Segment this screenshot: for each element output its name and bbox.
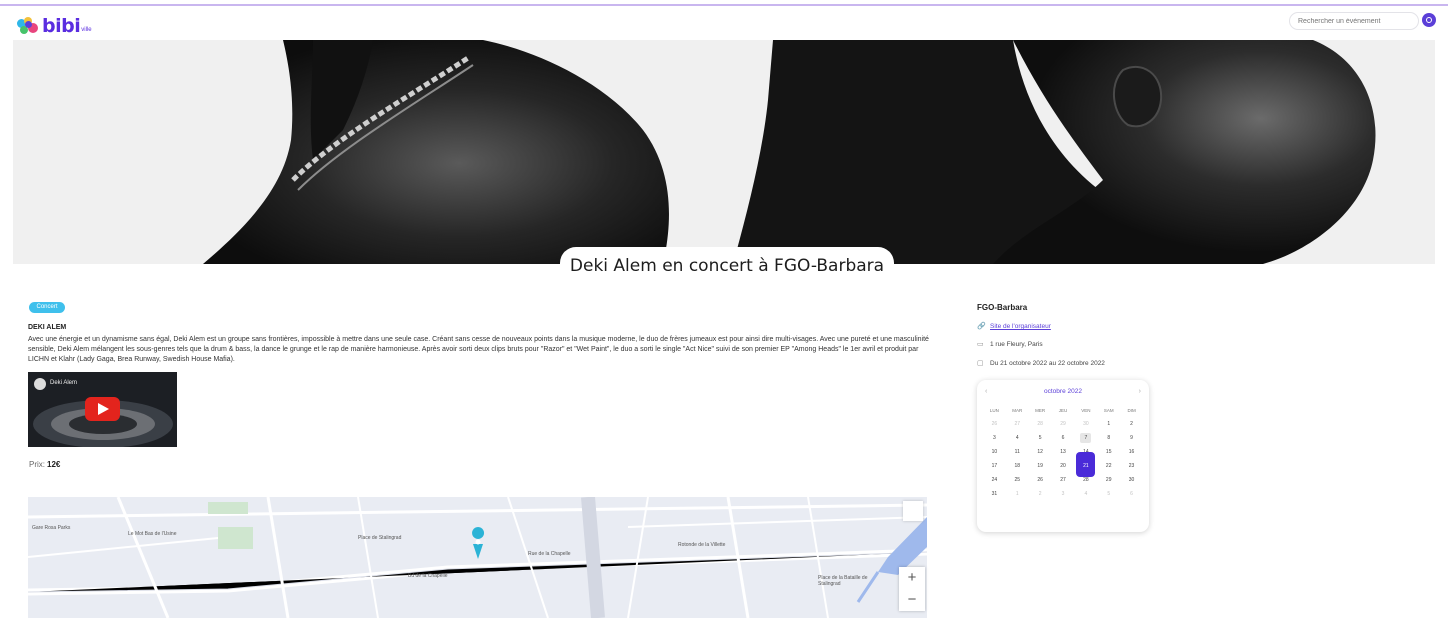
calendar-day[interactable]: 27 [1052, 473, 1075, 487]
search-input[interactable] [1289, 12, 1419, 30]
price-label: Prix: [29, 460, 45, 469]
calendar-day[interactable]: 26 [983, 417, 1006, 431]
calendar-day[interactable]: 6 [1052, 431, 1075, 445]
calendar-day[interactable]: 5 [1097, 487, 1120, 501]
calendar-day[interactable]: 18 [1006, 459, 1029, 473]
video-title: Deki Alem [50, 380, 78, 386]
event-title: Deki Alem en concert à FGO-Barbara [560, 247, 894, 281]
search-icon[interactable] [1422, 13, 1436, 27]
day-name: MAR [1012, 408, 1023, 413]
logo[interactable]: bibi ville [17, 15, 92, 37]
logo-text: bibi [42, 15, 81, 37]
zoom-in-button[interactable]: + [899, 567, 925, 589]
calendar-day[interactable]: 17 [983, 459, 1006, 473]
calendar-day[interactable]: 30 [1120, 473, 1143, 487]
calendar-day[interactable]: 29 [1052, 417, 1075, 431]
calendar-day[interactable]: 16 [1120, 445, 1143, 459]
address-text: 1 rue Fleury, Paris [990, 341, 1043, 348]
calendar-day[interactable]: 10 [983, 445, 1006, 459]
calendar-day[interactable]: 28 [1029, 417, 1052, 431]
calendar-day[interactable]: 4 [1074, 487, 1097, 501]
calendar-day[interactable]: 7 [1074, 431, 1097, 445]
map-label-0: Gare Rosa Parks [32, 525, 71, 531]
calendar-icon: ▢ [977, 360, 984, 367]
map-label-5: Bd de la Chapelle [408, 573, 448, 579]
calendar-day[interactable]: 3 [983, 431, 1006, 445]
calendar-day[interactable]: 24 [983, 473, 1006, 487]
calendar-day[interactable]: 21 [1074, 452, 1097, 477]
price-value: 12€ [47, 460, 61, 469]
calendar-day[interactable]: 19 [1029, 459, 1052, 473]
day-name: VEN [1081, 408, 1091, 413]
calendar-day[interactable]: 9 [1120, 431, 1143, 445]
dates-row: ▢ Du 21 octobre 2022 au 22 octobre 2022 [977, 360, 1105, 367]
calendar-day[interactable]: 12 [1029, 445, 1052, 459]
calendar-day[interactable]: 30 [1074, 417, 1097, 431]
header: bibi ville [0, 6, 1448, 40]
calendar-day[interactable]: 29 [1097, 473, 1120, 487]
price: Prix: 12€ [29, 460, 60, 469]
map-label-3: Rotonde de la Villette [678, 542, 726, 548]
map[interactable]: Gare Rosa Parks Le Mot Bas de l'Usine Pl… [28, 497, 927, 618]
day-name: JEU [1058, 408, 1068, 413]
website-link[interactable]: Site de l'organisateur [990, 323, 1051, 330]
calendar-day[interactable]: 13 [1052, 445, 1075, 459]
calendar-day[interactable]: 3 [1052, 487, 1075, 501]
calendar-day[interactable]: 1 [1006, 487, 1029, 501]
day-name: SAM [1103, 408, 1114, 413]
website-row: 🔗 Site de l'organisateur [977, 323, 1051, 330]
map-icon: ▭ [977, 341, 984, 348]
calendar-day[interactable]: 1 [1097, 417, 1120, 431]
artist-name: DEKI ALEM [28, 324, 67, 331]
zoom-out-button[interactable]: − [899, 589, 925, 611]
calendar-day[interactable]: 2 [1120, 417, 1143, 431]
calendar-day[interactable]: 22 [1097, 459, 1120, 473]
link-icon: 🔗 [977, 323, 986, 330]
calendar-grid: LUN MAR MER JEU VEN SAM DIM 26 27 28 29 30 1 2 3 4 5 6 7 8 9… [983, 405, 1143, 501]
calendar-month: octobre 2022 [1044, 388, 1082, 395]
map-canvas [28, 497, 927, 618]
calendar-day[interactable]: 5 [1029, 431, 1052, 445]
venue-name: FGO-Barbara [977, 303, 1028, 312]
fullscreen-icon[interactable] [903, 501, 923, 521]
zoom-control: + − [899, 567, 925, 611]
calendar-day[interactable]: 15 [1097, 445, 1120, 459]
day-name: DIM [1127, 408, 1136, 413]
calendar-day[interactable]: 6 [1120, 487, 1143, 501]
map-label-2: Place de Stalingrad [358, 535, 402, 541]
calendar: ‹ octobre 2022 › LUN MAR MER JEU VEN SAM DIM 26… [977, 380, 1149, 532]
day-name: LUN [989, 408, 999, 413]
hero-image [13, 40, 1435, 264]
calendar-day[interactable]: 25 [1006, 473, 1029, 487]
calendar-day[interactable]: 28 [1074, 473, 1097, 487]
calendar-day[interactable]: 11 [1006, 445, 1029, 459]
next-month-icon[interactable]: › [1139, 388, 1141, 395]
calendar-day[interactable]: 2 [1029, 487, 1052, 501]
hero-photo-illustration [13, 40, 1435, 264]
calendar-day[interactable]: 26 [1029, 473, 1052, 487]
calendar-day[interactable]: 4 [1006, 431, 1029, 445]
play-icon[interactable] [85, 397, 120, 421]
category-tag[interactable]: Concert [29, 302, 65, 313]
map-label-1: Le Mot Bas de l'Usine [128, 531, 177, 537]
dates-text: Du 21 octobre 2022 au 22 octobre 2022 [990, 360, 1105, 367]
event-description: Avec une énergie et un dynamisme sans ég… [28, 336, 929, 363]
address-row: ▭ 1 rue Fleury, Paris [977, 341, 1043, 348]
calendar-day[interactable]: 27 [1006, 417, 1029, 431]
map-label-4: Rue de la Chapelle [528, 551, 571, 557]
video-embed[interactable]: Deki Alem [28, 372, 177, 447]
logo-subtext: ville [81, 27, 92, 33]
logo-mark-icon [17, 17, 39, 35]
calendar-day[interactable]: 31 [983, 487, 1006, 501]
day-name: MER [1035, 408, 1046, 413]
calendar-day[interactable]: 8 [1097, 431, 1120, 445]
map-label-6: Place de la Bataille de Stalingrad [818, 575, 868, 587]
calendar-day[interactable]: 20 [1052, 459, 1075, 473]
calendar-day[interactable]: 23 [1120, 459, 1143, 473]
